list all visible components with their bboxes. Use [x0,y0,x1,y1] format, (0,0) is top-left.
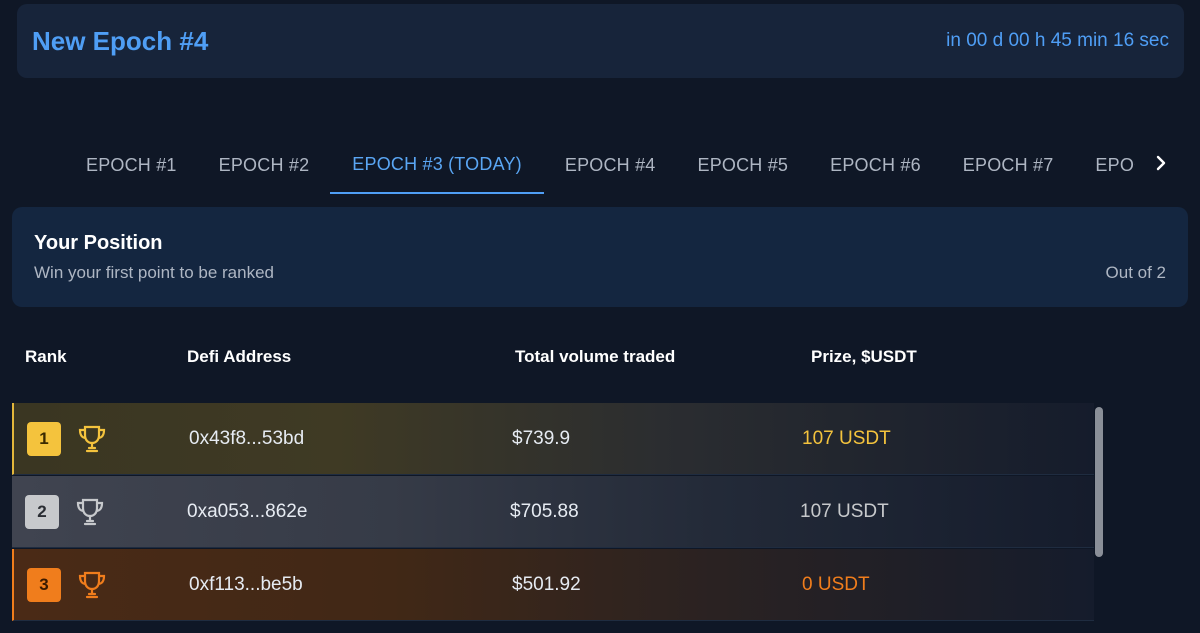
epoch-tab-strip: EPOCH #1 EPOCH #2 EPOCH #3 (TODAY) EPOCH… [65,136,1135,194]
chevron-right-icon [1156,155,1166,171]
header-total-volume: Total volume traded [515,347,676,366]
tab-epoch-8[interactable]: EPOCH #8 [1074,136,1135,194]
total-volume: $705.88 [510,500,579,522]
tab-epoch-3-today[interactable]: EPOCH #3 (TODAY) [330,136,544,194]
leaderboard-page: New Epoch #4 in 00 d 00 h 45 min 16 sec … [0,0,1200,633]
prize: 107 USDT [800,500,889,522]
defi-address: 0xf113...be5b [189,573,303,595]
rank-badge: 1 [27,421,61,456]
epoch-header: New Epoch #4 in 00 d 00 h 45 min 16 sec [17,4,1184,78]
header-rank: Rank [25,347,67,366]
epoch-countdown: in 00 d 00 h 45 min 16 sec [946,30,1169,51]
prize: 0 USDT [802,573,870,595]
tab-epoch-6[interactable]: EPOCH #6 [809,136,942,194]
rank-badge: 2 [25,494,59,529]
your-position-card: Your Position Win your first point to be… [12,207,1188,307]
rank-badge: 3 [27,567,61,602]
trophy-icon [78,425,106,452]
epoch-tabs: EPOCH #1 EPOCH #2 EPOCH #3 (TODAY) EPOCH… [0,136,1200,196]
header-prize: Prize, $USDT [811,347,917,366]
defi-address: 0xa053...862e [187,500,308,522]
table-scrollbar-thumb[interactable] [1095,407,1103,557]
total-volume: $739.9 [512,427,571,449]
tab-epoch-2[interactable]: EPOCH #2 [198,136,331,194]
table-row[interactable]: 3 0xf113...be5b $501.92 0 USDT [12,549,1094,621]
epoch-title: New Epoch #4 [32,25,209,56]
position-out-of: Out of 2 [1105,263,1166,282]
tabs-next-button[interactable] [1146,148,1176,178]
leaderboard-table: 1 0x43f8...53bd $739.9 107 USDT 2 0xa053… [12,403,1106,633]
tab-epoch-7[interactable]: EPOCH #7 [942,136,1075,194]
position-title: Your Position [34,232,163,254]
table-row[interactable]: 2 0xa053...862e $705.88 107 USDT [12,476,1094,548]
tab-epoch-4[interactable]: EPOCH #4 [544,136,677,194]
header-defi-address: Defi Address [187,347,292,366]
defi-address: 0x43f8...53bd [189,427,305,449]
table-row[interactable]: 1 0x43f8...53bd $739.9 107 USDT [12,403,1094,475]
trophy-icon [76,498,104,525]
tab-epoch-5[interactable]: EPOCH #5 [677,136,810,194]
tab-epoch-1[interactable]: EPOCH #1 [65,136,198,194]
prize: 107 USDT [802,427,891,449]
position-subtitle: Win your first point to be ranked [34,263,275,282]
total-volume: $501.92 [512,573,581,595]
trophy-icon [78,571,106,598]
